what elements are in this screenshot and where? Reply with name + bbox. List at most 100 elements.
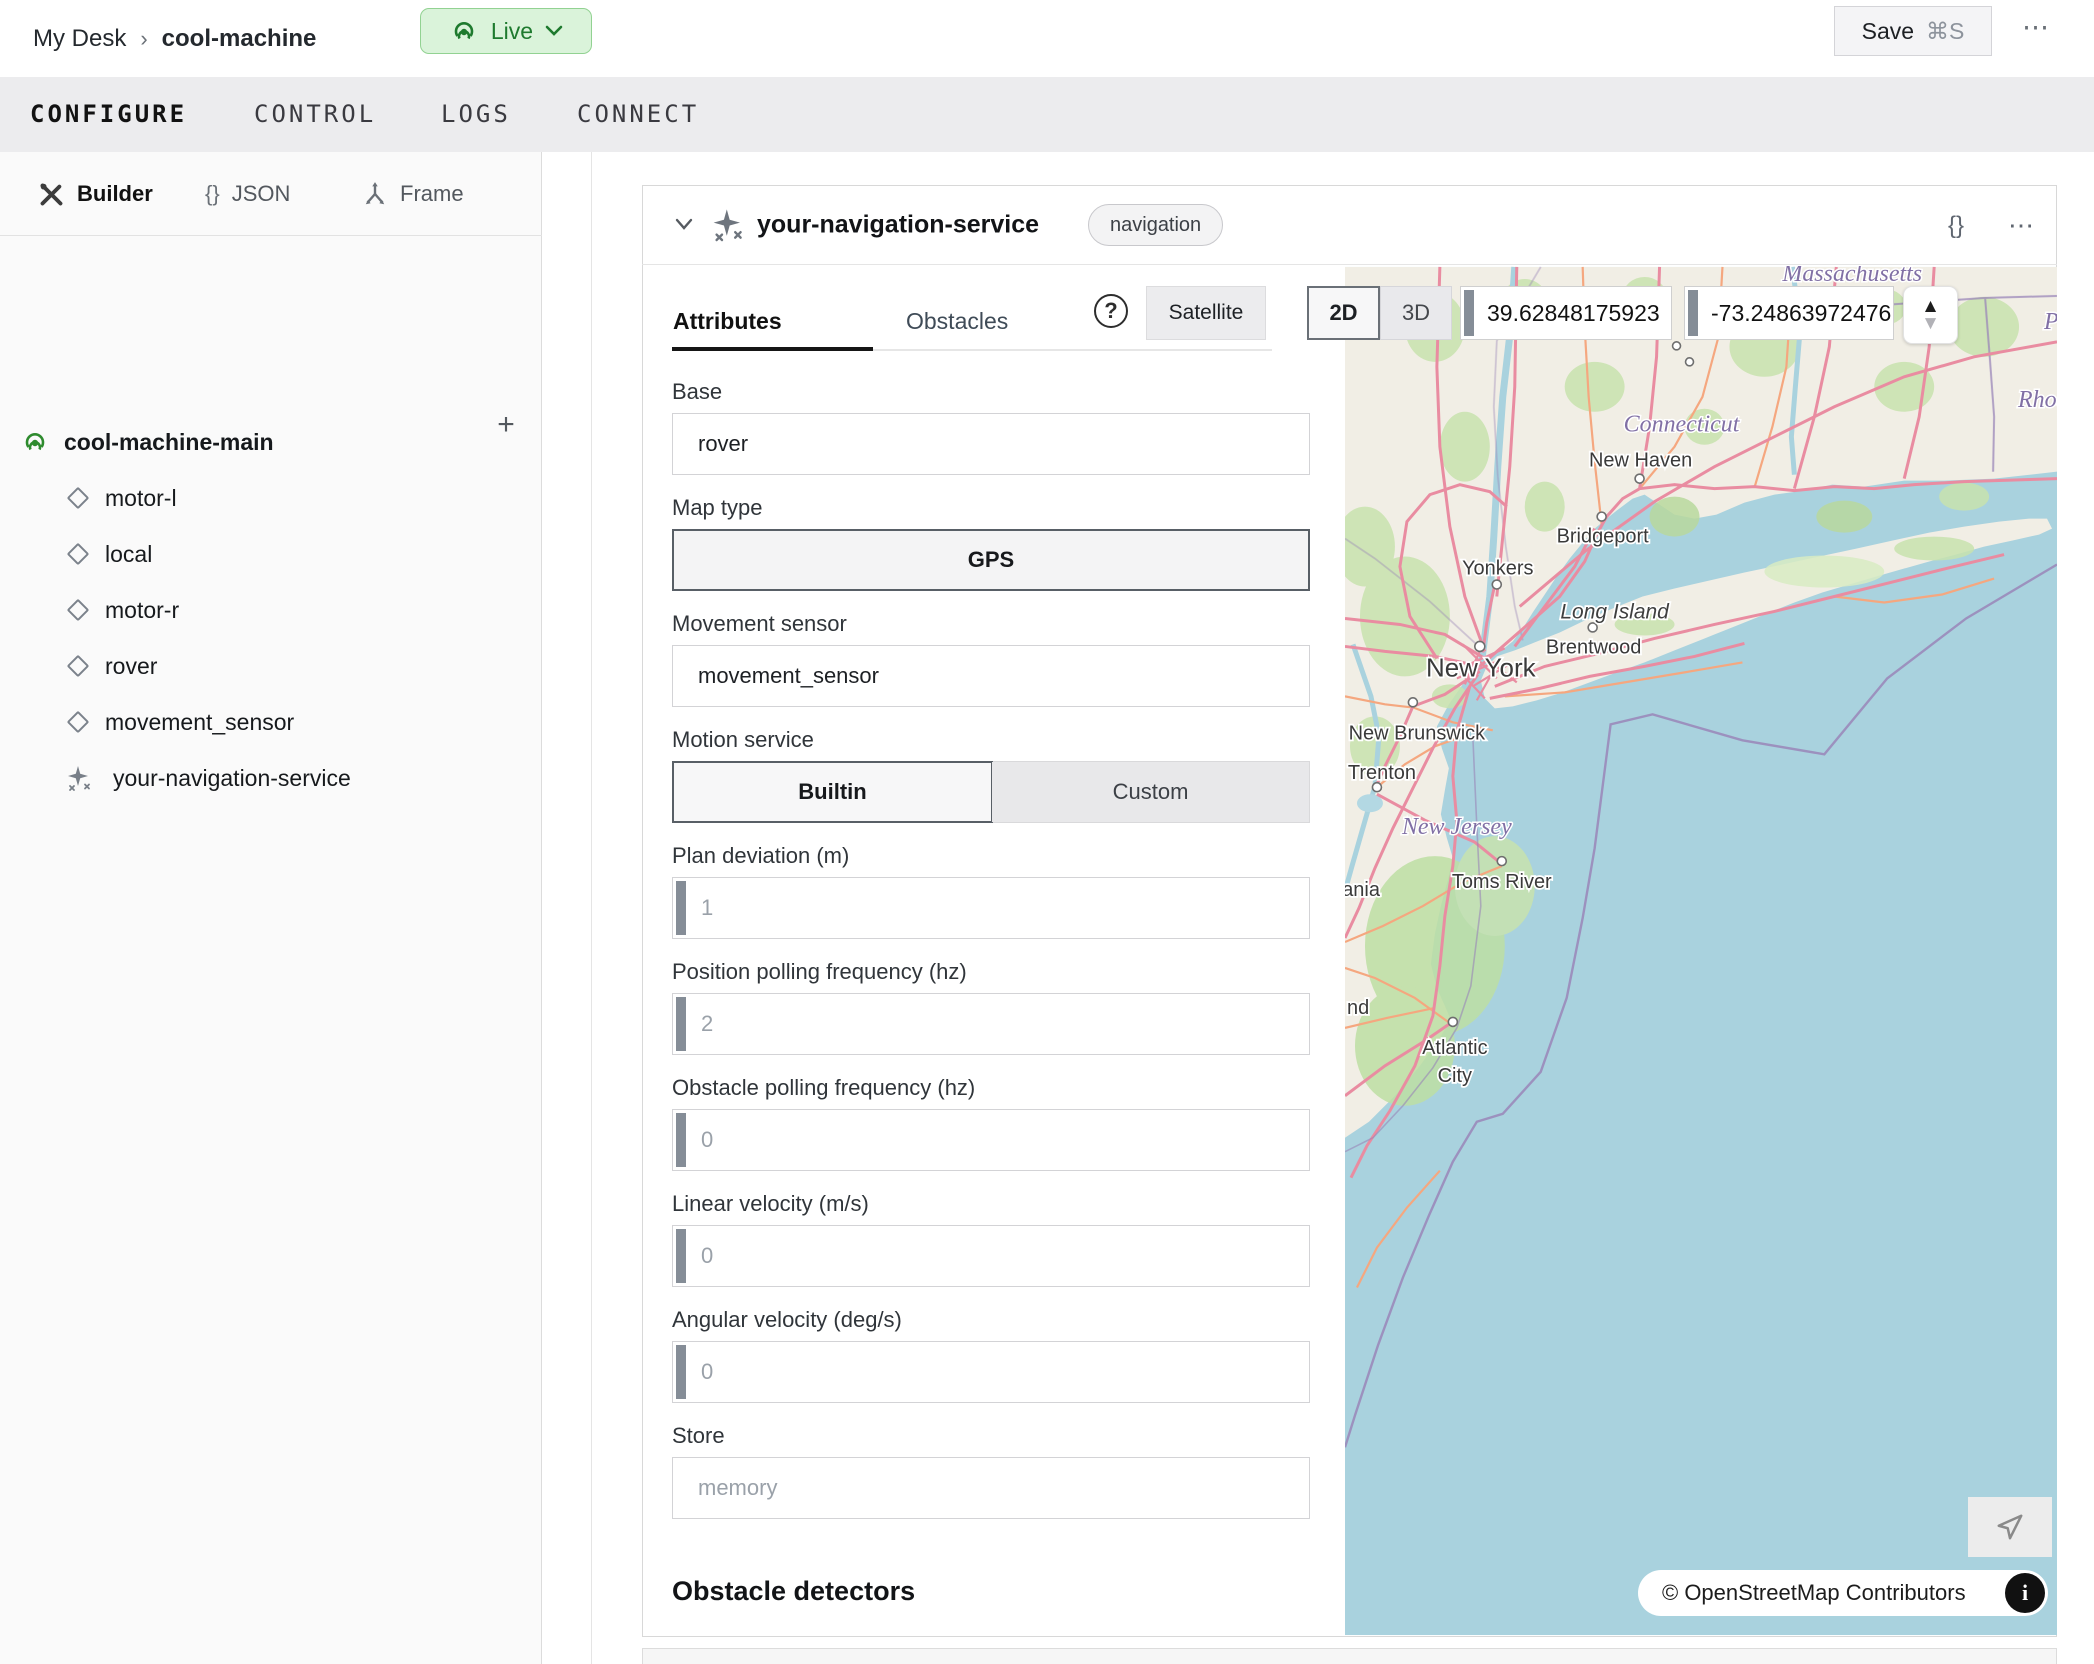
collapse-chevron-icon[interactable] [672,214,696,234]
live-label: Live [491,18,533,45]
sidebar-item-rover[interactable]: rover [0,642,500,690]
motion-service-label: Motion service [672,728,1310,752]
obstacle-polling-label: Obstacle polling frequency (hz) [672,1076,1310,1100]
obstacle-detectors-heading: Obstacle detectors [672,1576,915,1607]
service-type-badge: navigation [1088,204,1223,246]
longitude-input-wrap [1684,286,1894,340]
map-label-new-haven: New Haven [1589,450,1692,472]
live-broadcast-icon [449,16,479,46]
map-label-bridgeport: Bridgeport [1557,526,1650,548]
save-shortcut: ⌘S [1926,18,1964,45]
satellite-toggle-button[interactable]: Satellite [1146,286,1266,340]
movement-sensor-input-wrap [672,645,1310,707]
latitude-input[interactable] [1461,287,1671,339]
tab-obstacles[interactable]: Obstacles [906,308,1008,335]
plan-deviation-input[interactable] [673,878,1309,938]
motion-builtin-option[interactable]: Builtin [672,761,993,823]
help-icon[interactable]: ? [1094,294,1128,328]
map-label-rhode-island: Rhode Island [2017,387,2057,413]
map-type-gps-button[interactable]: GPS [672,529,1310,591]
mode-frame-label: Frame [400,181,464,207]
active-tab-underline [672,347,873,351]
component-icon [67,655,90,678]
sidebar-item-motor-l[interactable]: motor-l [0,474,500,522]
obstacle-polling-input[interactable] [673,1110,1309,1170]
machine-part-icon [20,427,50,457]
store-label: Store [672,1424,1310,1448]
tab-attributes[interactable]: Attributes [673,308,782,335]
breadcrumb-parent[interactable]: My Desk [33,25,126,53]
next-card-edge [642,1648,2057,1664]
angular-velocity-input[interactable] [673,1342,1309,1402]
linear-velocity-label: Linear velocity (m/s) [672,1192,1310,1216]
map-label-massachusetts: Massachusetts [1781,266,1922,287]
component-icon [67,487,90,510]
tab-control[interactable]: CONTROL [254,77,376,152]
add-component-button[interactable]: + [488,408,524,444]
position-polling-input[interactable] [673,994,1309,1054]
service-sparkle-icon [710,207,746,243]
store-input[interactable] [673,1458,1309,1518]
sidebar-item-motor-r[interactable]: motor-r [0,586,500,634]
step-down-icon[interactable]: ▼ [1921,314,1940,333]
map-label-toms-river: Toms River [1452,871,1552,893]
view-2d-button[interactable]: 2D [1307,286,1380,340]
sidebar-item-your-navigation-service[interactable]: your-navigation-service [0,754,500,802]
mode-builder[interactable]: Builder [38,152,153,236]
map-label-yonkers: Yonkers [1462,558,1533,580]
locate-button[interactable] [1968,1497,2052,1557]
tab-logs[interactable]: LOGS [441,77,511,152]
json-view-button[interactable]: {} [1948,212,1964,240]
motion-custom-option[interactable]: Custom [992,762,1309,822]
plan-deviation-label: Plan deviation (m) [672,844,1310,868]
mode-builder-label: Builder [77,181,153,207]
store-input-wrap [672,1457,1310,1519]
view-3d-button[interactable]: 3D [1380,286,1452,340]
osm-map-canvas: New Haven Bridgeport Yonkers Long Island… [1345,266,2057,1636]
attribution-text[interactable]: © OpenStreetMap Contributors [1662,1580,1966,1606]
tab-connect[interactable]: CONNECT [577,77,699,152]
top-bar: My Desk › cool-machine Live Save ⌘S ⋯ [0,0,2094,77]
sidebar-item-movement-sensor[interactable]: movement_sensor [0,698,500,746]
map-label-long-island: Long Island [1560,600,1670,623]
movement-sensor-input[interactable] [673,646,1309,706]
component-icon [67,711,90,734]
map-label-trenton: Trenton [1348,762,1416,784]
machine-tree-root[interactable]: cool-machine-main [0,419,542,465]
linear-velocity-input[interactable] [673,1226,1309,1286]
map-label-nd: nd [1347,997,1369,1019]
navigation-arrow-icon [1995,1512,2025,1542]
base-input-wrap [672,413,1310,475]
angular-velocity-label: Angular velocity (deg/s) [672,1308,1310,1332]
position-polling-label: Position polling frequency (hz) [672,960,1310,984]
map-type-label: Map type [672,496,1310,520]
motion-service-segmented: Builtin Custom [672,761,1310,823]
braces-icon: {} [205,181,220,207]
base-input[interactable] [673,414,1309,474]
save-button[interactable]: Save ⌘S [1834,6,1992,56]
info-icon[interactable]: i [2005,1573,2045,1613]
mode-json[interactable]: {} JSON [205,152,290,236]
overflow-menu-button[interactable]: ⋯ [2022,12,2051,43]
breadcrumb-separator-icon: › [140,26,147,52]
map-attribution: © OpenStreetMap Contributors i [1638,1570,2048,1616]
breadcrumb: My Desk › cool-machine [33,0,316,77]
mode-frame[interactable]: Frame [362,152,464,236]
map-label-pennsylvania: Pennsylvania [1345,879,1381,901]
position-polling-input-wrap [672,993,1310,1055]
latitude-input-wrap [1460,286,1672,340]
map-label-providence: Providence [2043,309,2057,335]
map-label-new-york: New York [1426,652,1537,682]
map-label-city: City [1438,1065,1472,1087]
sidebar-item-local[interactable]: local [0,530,500,578]
longitude-input[interactable] [1685,287,1893,339]
movement-sensor-label: Movement sensor [672,612,1310,636]
zoom-stepper[interactable]: ▲ ▼ [1903,286,1958,344]
navigation-map[interactable]: New Haven Bridgeport Yonkers Long Island… [1345,266,2057,1636]
live-status-dropdown[interactable]: Live [420,8,592,54]
panel-divider [591,152,592,1664]
sidebar-mode-tabs: Builder {} JSON Frame [0,152,542,236]
tab-configure[interactable]: CONFIGURE [30,77,187,152]
card-overflow-button[interactable]: ⋯ [2008,210,2035,241]
config-sidebar: Builder {} JSON Frame [0,152,542,1664]
